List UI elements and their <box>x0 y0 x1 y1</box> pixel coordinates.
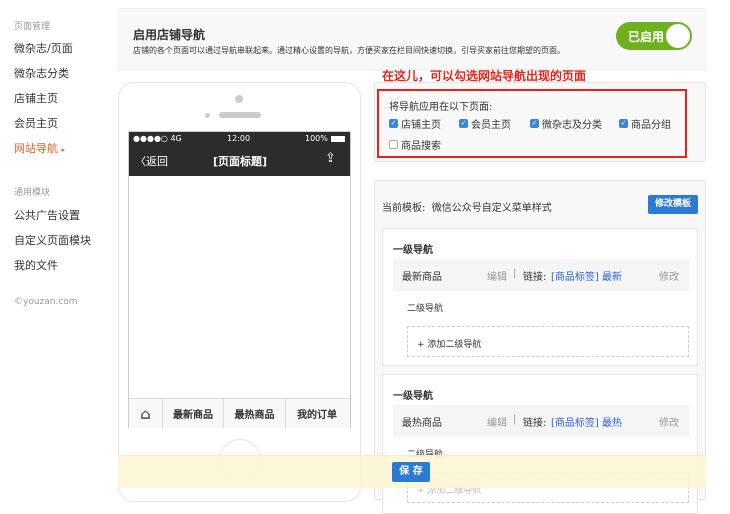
separator: | <box>513 414 517 425</box>
home-icon[interactable]: ⌂ <box>129 399 163 428</box>
modify-link[interactable]: 修改 <box>659 414 679 429</box>
nav-heading: 一级导航 <box>393 391 433 402</box>
nav-item-card-1: 一级导航 最新商品 编辑 | 链接: [商品标签] 最新 修改 二级导航 + 添… <box>382 228 698 366</box>
enable-toggle[interactable]: 已启用 <box>616 22 692 50</box>
battery-icon <box>331 136 345 142</box>
link-label: 链接: <box>523 272 547 283</box>
checkbox-label: 会员主页 <box>471 120 511 131</box>
separator: | <box>513 268 517 279</box>
sidebar-item-magazine-pages[interactable]: 微杂志/页面 <box>14 40 73 56</box>
nav-item-card-2: 一级导航 最热商品 编辑 | 链接: [商品标签] 最热 修改 二级导航 + 添… <box>382 374 698 514</box>
clock: 12:00 <box>227 134 251 143</box>
phone-screen: ●●●●○ 4G 12:00 100% 〈返回 [页面标题] ⇪ ⌂ 最新商品 … <box>128 131 351 428</box>
sidebar-item-site-nav[interactable]: 网站导航 ▸ <box>14 140 65 156</box>
edit-link[interactable]: 编辑 <box>487 414 507 429</box>
checkbox-product-group[interactable]: ✓ 商品分组 <box>619 116 671 131</box>
edit-link[interactable]: 编辑 <box>487 268 507 283</box>
checkbox-product-search[interactable]: 商品搜索 <box>389 137 441 152</box>
sidebar-item-my-files[interactable]: 我的文件 <box>14 257 58 273</box>
checkbox-checked-icon: ✓ <box>530 119 539 128</box>
phone-nav-bar: 〈返回 [页面标题] ⇪ <box>129 146 350 176</box>
tab-newest[interactable]: 最新商品 <box>163 399 224 428</box>
sidebar-item-member-home[interactable]: 会员主页 <box>14 115 58 131</box>
link-target[interactable]: [商品标签] 最热 <box>551 414 622 429</box>
save-button[interactable]: 保 存 <box>392 462 430 482</box>
checkbox-label: 微杂志及分类 <box>542 120 602 131</box>
sidebar-item-public-ads[interactable]: 公共广告设置 <box>14 207 80 223</box>
sensor-icon <box>205 113 210 118</box>
sidebar-section-common-modules: 通用模块 <box>14 188 51 198</box>
sub-nav-heading: 二级导航 <box>407 304 444 314</box>
sidebar-section-page-management: 页面管理 <box>14 22 51 32</box>
back-label: 返回 <box>146 155 168 168</box>
template-name: 微信公众号自定义菜单样式 <box>431 203 552 214</box>
modify-link[interactable]: 修改 <box>659 268 679 283</box>
header-title: 启用店铺导航 <box>133 28 206 42</box>
checkbox-checked-icon: ✓ <box>459 119 468 128</box>
change-template-button[interactable]: 修改模板 <box>648 195 698 214</box>
checkbox-store-home[interactable]: ✓ 店铺主页 <box>389 116 441 131</box>
toggle-label: 已启用 <box>628 30 665 44</box>
sidebar-item-custom-modules[interactable]: 自定义页面模块 <box>14 232 91 248</box>
back-button[interactable]: 〈返回 <box>135 153 168 169</box>
battery-level: 100% <box>305 134 328 143</box>
checkbox-unchecked-icon <box>389 140 398 149</box>
camera-icon <box>235 95 243 103</box>
checkbox-label: 店铺主页 <box>401 120 441 131</box>
apply-label: 将导航应用在以下页面: <box>389 102 493 113</box>
nav-item-row: 最热商品 编辑 | 链接: [商品标签] 最热 修改 <box>393 405 689 437</box>
phone-tab-bar: ⌂ 最新商品 最热商品 我的订单 <box>129 398 350 428</box>
checkbox-member-home[interactable]: ✓ 会员主页 <box>459 116 511 131</box>
carrier: ●●●●○ 4G <box>133 134 182 143</box>
phone-page-title: [页面标题] <box>213 155 268 168</box>
speaker-icon <box>219 112 261 118</box>
add-sub-nav-button[interactable]: + 添加二级导航 <box>407 326 689 357</box>
header-description: 店铺的各个页面可以通过导航串联起来。通过精心设置的导航，方便买家在栏目间快速切换… <box>133 46 565 55</box>
checkbox-checked-icon: ✓ <box>389 119 398 128</box>
nav-heading: 一级导航 <box>393 245 433 256</box>
copyright: ©youzan.com <box>14 297 78 307</box>
nav-item-name: 最新商品 <box>402 272 442 283</box>
checkbox-checked-icon: ✓ <box>619 119 628 128</box>
toggle-knob <box>666 24 690 48</box>
sidebar-item-store-home[interactable]: 店铺主页 <box>14 90 58 106</box>
checkbox-magazine[interactable]: ✓ 微杂志及分类 <box>530 116 602 131</box>
caret-right-icon: ▸ <box>61 146 66 154</box>
link-label: 链接: <box>523 418 547 429</box>
template-label: 当前模板: 微信公众号自定义菜单样式 <box>382 199 552 214</box>
status-bar: ●●●●○ 4G 12:00 100% <box>129 132 350 146</box>
nav-item-name: 最热商品 <box>402 418 442 429</box>
tab-my-orders[interactable]: 我的订单 <box>286 399 348 428</box>
template-label-text: 当前模板: <box>382 203 426 214</box>
nav-item-row: 最新商品 编辑 | 链接: [商品标签] 最新 修改 <box>393 259 689 291</box>
share-icon[interactable]: ⇪ <box>325 151 336 166</box>
chevron-left-icon: 〈 <box>135 155 146 168</box>
sidebar-item-magazine-categories[interactable]: 微杂志分类 <box>14 65 69 81</box>
checkbox-label: 商品搜索 <box>401 141 441 152</box>
sidebar-item-label: 网站导航 <box>14 142 58 155</box>
link-target[interactable]: [商品标签] 最新 <box>551 268 622 283</box>
tab-hottest[interactable]: 最热商品 <box>224 399 286 428</box>
checkbox-label: 商品分组 <box>631 120 671 131</box>
